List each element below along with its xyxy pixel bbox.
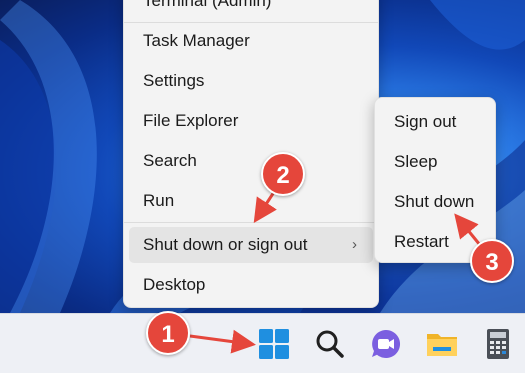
menu-item-label: Sign out — [394, 112, 457, 131]
step-badge-1: 1 — [146, 311, 190, 355]
chevron-right-icon: › — [352, 236, 357, 253]
menu-item-label: File Explorer — [143, 111, 239, 130]
chat-camera-icon[interactable] — [368, 326, 404, 362]
taskbar — [0, 313, 525, 373]
file-explorer-folder-icon[interactable] — [424, 326, 460, 362]
step-badge-2: 2 — [261, 152, 305, 196]
menu-item-label: Shut down or sign out — [143, 235, 308, 254]
windows-start-icon[interactable] — [256, 326, 292, 362]
submenu-item-shut-down[interactable]: Shut down — [380, 184, 490, 220]
menu-item-shut-down-or-sign-out[interactable]: Shut down or sign out › — [129, 227, 373, 263]
menu-item-label: Shut down — [394, 192, 475, 211]
menu-item-label: Sleep — [394, 152, 438, 171]
menu-item-desktop[interactable]: Desktop — [129, 267, 373, 303]
menu-item-label: Task Manager — [143, 31, 250, 50]
search-icon[interactable] — [312, 326, 348, 362]
menu-item-task-manager[interactable]: Task Manager — [129, 23, 373, 59]
menu-item-label: Search — [143, 151, 197, 170]
shutdown-submenu: Sign out Sleep Shut down Restart — [374, 97, 496, 263]
submenu-item-sleep[interactable]: Sleep — [380, 144, 490, 180]
quick-link-context-menu: Terminal (Admin) Task Manager Settings F… — [123, 0, 379, 308]
menu-item-label: Settings — [143, 71, 205, 90]
menu-item-label: Run — [143, 191, 175, 210]
menu-item-label: Desktop — [143, 275, 206, 294]
step-badge-3: 3 — [470, 239, 514, 283]
menu-item-label: Restart — [394, 232, 449, 251]
menu-item-file-explorer[interactable]: File Explorer — [129, 103, 373, 139]
calculator-icon[interactable] — [480, 326, 516, 362]
menu-item-terminal-admin[interactable]: Terminal (Admin) — [129, 0, 373, 19]
menu-item-settings[interactable]: Settings — [129, 63, 373, 99]
submenu-item-sign-out[interactable]: Sign out — [380, 104, 490, 140]
menu-item-run[interactable]: Run — [129, 183, 373, 219]
menu-item-label: Terminal (Admin) — [143, 0, 272, 10]
menu-item-search[interactable]: Search — [129, 143, 373, 179]
menu-separator — [124, 222, 378, 223]
